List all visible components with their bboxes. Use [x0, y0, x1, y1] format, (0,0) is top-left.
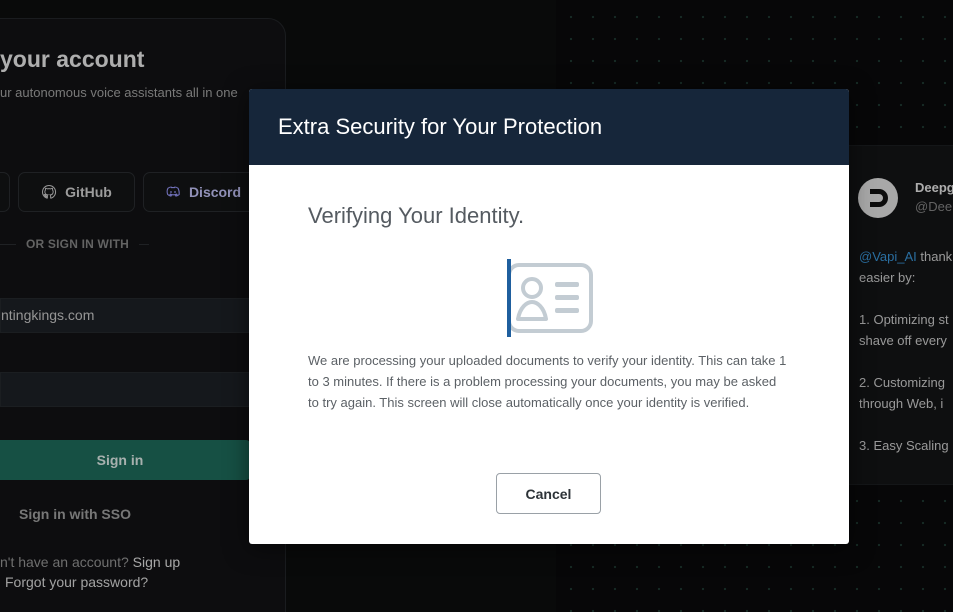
verifying-heading: Verifying Your Identity.: [308, 203, 525, 228]
security-modal: Extra Security for Your Protection Verif…: [249, 89, 849, 544]
modal-title: Extra Security for Your Protection: [278, 114, 603, 139]
modal-header: Extra Security for Your Protection: [249, 89, 849, 165]
verification-message: We are processing your uploaded document…: [308, 353, 787, 410]
modal-body: Verifying Your Identity. We are processi…: [249, 165, 849, 544]
cancel-button[interactable]: Cancel: [496, 473, 601, 514]
id-card-icon: [507, 259, 593, 337]
